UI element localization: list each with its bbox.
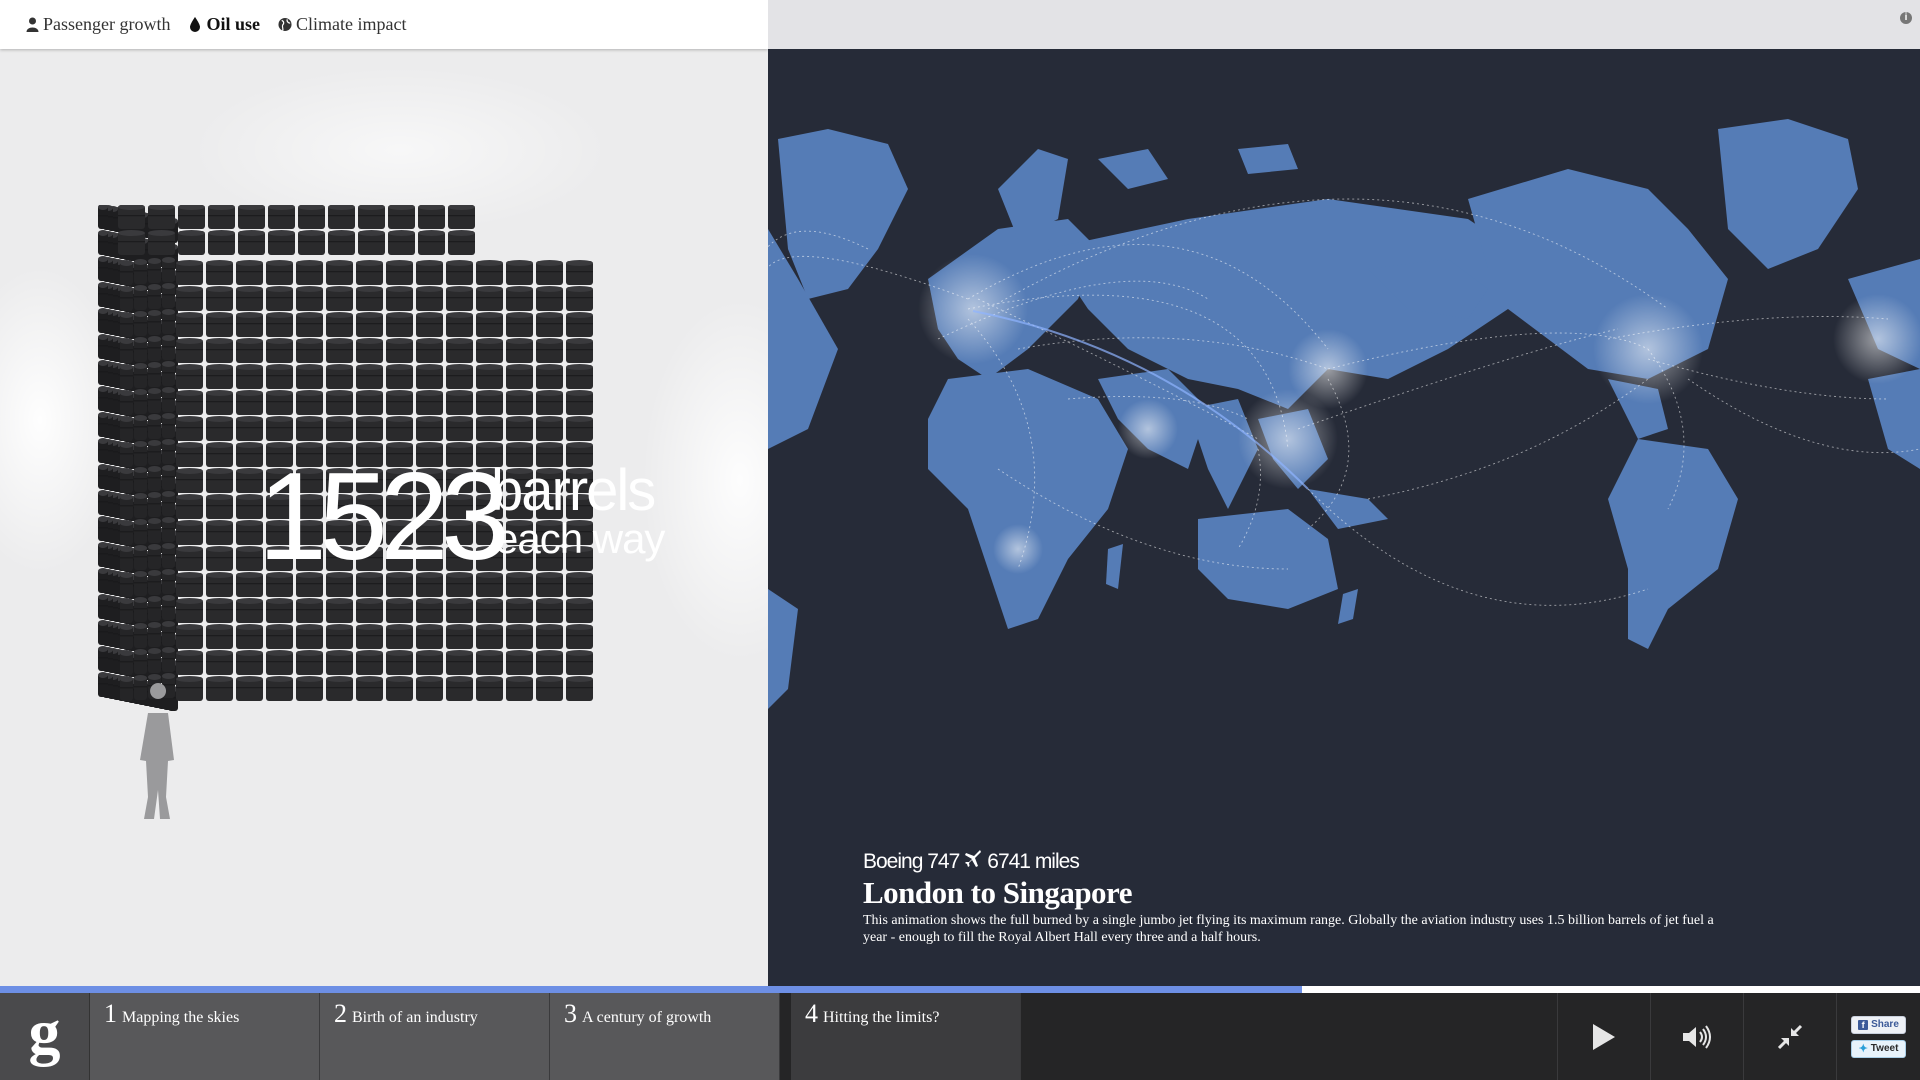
chapter-a-century-of-growth[interactable]: 3 A century of growth [550,993,780,1080]
tab-label: Passenger growth [43,14,171,34]
barrel-count: 1523 [258,448,510,586]
barrel-qualifier: each way [495,515,665,562]
facebook-share-button[interactable]: f Share [1851,1015,1906,1034]
bottom-bar-spacer [1021,993,1557,1080]
volume-icon [1683,1024,1711,1049]
barrel-unit: barrels [491,458,656,523]
chapter-number: 4 [805,999,818,1028]
guardian-logo[interactable]: g [0,993,90,1080]
aircraft-name: Boeing 747 [863,850,960,873]
continents [768,119,1920,709]
top-navigation: Passenger growth Oil use Climate impact [0,0,768,49]
story-progress-fill [0,986,1302,993]
oil-use-panel: Passenger growth Oil use Climate impact … [0,0,768,986]
route-subtitle: Boeing 747 6741 miles [863,850,1763,874]
tab-oil-use[interactable]: Oil use [188,14,260,35]
twitter-tweet-label: Tweet [1870,1043,1899,1054]
facebook-icon: f [1858,1019,1869,1030]
world-flight-map [768,119,1920,709]
play-icon [1593,1023,1615,1050]
chapter-number: 1 [104,999,117,1028]
tab-label: Climate impact [296,14,407,34]
chapter-label: Birth of an industry [352,1009,478,1026]
volume-button[interactable] [1650,993,1743,1080]
chapter-label: Mapping the skies [122,1009,240,1026]
twitter-icon: ✦ [1858,1043,1868,1055]
collapse-icon [1777,1024,1803,1049]
chapter-label: Hitting the limits? [823,1009,940,1026]
collapse-button[interactable] [1743,993,1836,1080]
drop-icon [188,17,202,33]
play-button[interactable] [1557,993,1650,1080]
tab-climate-impact[interactable]: Climate impact [278,14,406,35]
chapter-number: 2 [334,999,347,1028]
chapter-birth-of-an-industry[interactable]: 2 Birth of an industry [320,993,550,1080]
map-top-bar: i [768,0,1920,49]
chapter-label: A century of growth [582,1009,712,1026]
chapter-number: 3 [564,999,577,1028]
info-icon[interactable]: i [1900,12,1912,24]
social-share: f Share ✦ Tweet [1836,993,1920,1080]
chapter-hitting-the-limits[interactable]: 4 Hitting the limits? [791,993,1021,1080]
twitter-tweet-button[interactable]: ✦ Tweet [1851,1039,1906,1058]
plane-icon [964,850,982,874]
flight-map-panel: i Boeing 747 6741 miles London to Singap… [768,0,1920,986]
globe-icon [278,17,292,33]
tab-label: Oil use [206,14,260,34]
route-title: London to Singapore [863,875,1133,910]
story-progress-bar[interactable] [0,986,1920,993]
route-caption: Boeing 747 6741 miles London to Singapor… [863,850,1763,946]
chapter-navigation-bar: g 1 Mapping the skies 2 Birth of an indu… [0,993,1920,1080]
chapter-mapping-the-skies[interactable]: 1 Mapping the skies [90,993,320,1080]
person-icon [25,17,39,33]
route-distance: 6741 miles [987,850,1080,873]
tab-passenger-growth[interactable]: Passenger growth [25,14,170,35]
route-description: This animation shows the full burned by … [863,912,1714,945]
facebook-share-label: Share [1871,1019,1899,1030]
